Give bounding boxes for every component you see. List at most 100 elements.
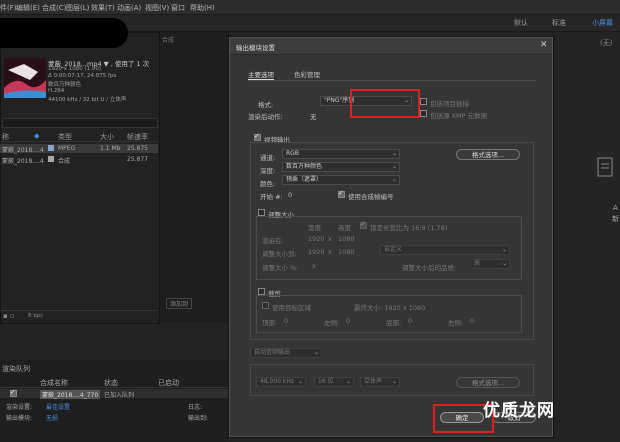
close-icon[interactable]: ✕ (540, 40, 548, 50)
lock-aspect-checkbox[interactable] (360, 220, 367, 229)
new-folder-icon[interactable]: ▪ ▫ (3, 312, 15, 320)
crop-group (256, 295, 522, 333)
bit-depth[interactable]: 8 bpc (28, 313, 43, 319)
menu-view[interactable]: 视图(V) (145, 3, 169, 13)
depth-label: 深度: (260, 167, 276, 175)
menu-layer[interactable]: 图层(L) (66, 3, 89, 13)
audio-bits-value: 16 位 (318, 378, 334, 385)
color-label: 颜色: (260, 180, 276, 188)
workspace-standard[interactable]: 标准 (552, 18, 566, 28)
resize-height[interactable]: 1080 (338, 248, 355, 256)
viewer-tab[interactable]: 合成 (162, 35, 174, 44)
render-queue-panel: 渲染队列 合成名称 状态 已启动 蒙蔽_2018....4_770 已加入队列 … (0, 360, 228, 442)
resize-to-label: 调整大小到: (262, 250, 297, 258)
rq-col-started[interactable]: 已启动 (158, 378, 179, 388)
use-comp-frame-checkbox[interactable] (338, 189, 345, 198)
render-queue-tab[interactable]: 渲染队列 (2, 364, 30, 374)
resize-preset-dropdown[interactable]: 自定义 ⌄ (380, 245, 510, 255)
chevron-down-icon: ⌄ (313, 349, 319, 356)
menu-effect[interactable]: 效果(T) (91, 3, 115, 13)
channels-value: RGB (286, 150, 299, 157)
col-fps[interactable]: 帧速率 (127, 132, 148, 142)
redaction-blob (0, 18, 128, 48)
include-xmp-checkbox[interactable] (420, 110, 427, 117)
top-label: 顶部: (262, 319, 278, 327)
render-queue-row[interactable]: 蒙蔽_2018....4_770 已加入队列 (0, 388, 228, 399)
row-fps: 25.875 (127, 145, 148, 152)
menu-help[interactable]: 帮助(H) (190, 3, 215, 13)
menu-file[interactable]: 件(F) (0, 3, 17, 13)
bottom-value[interactable]: 0 (408, 317, 412, 325)
render-checkbox[interactable] (10, 388, 17, 397)
resize-pct-label: 调整大小 %: (262, 264, 299, 272)
render-settings-link[interactable]: 最佳设置 (46, 402, 70, 411)
depth-value: 数百万种颜色 (286, 163, 323, 170)
chevron-down-icon: ⌄ (391, 163, 397, 170)
start-label: 开始 #: (260, 193, 283, 201)
row-fps: 25.877 (127, 156, 148, 163)
project-row[interactable]: 蒙蔽_2018....4 合成 25.877 (0, 155, 158, 165)
label-icon: ◆ (34, 132, 40, 140)
final-size-label: 最终大小: 1920 x 1080 (354, 304, 426, 312)
dialog-title: 输出模块设置 (236, 44, 275, 52)
include-xmp-label: 包括源 XMP 元数据 (430, 112, 488, 120)
menu-bar: 件(F) 编辑(E) 合成(C) 图层(L) 效果(T) 动画(A) 视图(V)… (0, 0, 620, 15)
x-sep: x (328, 235, 332, 243)
project-row[interactable]: 蒙蔽_2018....4 MPEG 1.1 Mb 25.875 (0, 144, 158, 154)
resize-checkbox[interactable] (258, 209, 265, 216)
audio-channels-dropdown[interactable]: 立体声 ⌄ (360, 377, 400, 387)
audio-format-options-button[interactable]: 格式选项... (456, 377, 520, 388)
video-output-checkbox[interactable] (254, 132, 261, 141)
tab-main-options[interactable]: 主要选项 (248, 69, 274, 80)
rq-col-comp[interactable]: 合成名称 (40, 378, 68, 388)
output-module-link[interactable]: 无损 (46, 413, 58, 422)
render-width: 1920 (308, 235, 325, 243)
right-value[interactable]: 0 (470, 317, 474, 325)
menu-animation[interactable]: 动画(A) (117, 3, 141, 13)
workspace-small-screen[interactable]: 小屏幕 (592, 18, 613, 28)
right-panel-label-new: 新 (612, 215, 619, 223)
project-footer: ▪ ▫ 8 bpc (0, 310, 158, 321)
footage-thumbnail (4, 58, 46, 98)
bottom-label: 底部: (386, 319, 402, 327)
workspace-default[interactable]: 默认 (514, 18, 528, 28)
render-queue-headers: 合成名称 状态 已启动 (0, 378, 228, 388)
audio-rate-dropdown[interactable]: 48.000 kHz ⌄ (256, 377, 306, 387)
thumbnail-image (4, 58, 46, 98)
audio-output-dropdown[interactable]: 自动音频输出 ⌄ (250, 348, 322, 358)
audio-bits-dropdown[interactable]: 16 位 ⌄ (314, 377, 354, 387)
viewer-add-button[interactable]: 添加到 (166, 298, 193, 309)
output-to-label: 输出到: (188, 415, 209, 422)
col-size[interactable]: 大小 (100, 132, 114, 142)
chevron-down-icon: ⌄ (501, 246, 507, 253)
color-dropdown[interactable]: 预乘（遮罩） ⌄ (282, 175, 400, 185)
resize-quality-dropdown[interactable]: 高 ⌄ (470, 259, 510, 269)
format-options-button[interactable]: 格式选项... (456, 149, 520, 160)
top-value[interactable]: 0 (284, 317, 288, 325)
output-module-dialog: 输出模块设置 ✕ 主要选项 色彩管理 格式: "PNG"序列 ⌄ 包括项目链接 … (229, 37, 553, 437)
menu-edit[interactable]: 编辑(E) (16, 3, 40, 13)
chevron-down-icon: ⌄ (391, 176, 397, 183)
col-type[interactable]: 类型 (58, 132, 72, 142)
rq-col-status[interactable]: 状态 (104, 378, 118, 388)
chevron-down-icon: ⌄ (391, 378, 397, 385)
menu-window[interactable]: 窗口 (171, 3, 185, 13)
audio-output-value: 自动音频输出 (254, 349, 291, 356)
menu-composition[interactable]: 合成(C) (42, 3, 66, 13)
resize-width[interactable]: 1920 (308, 248, 325, 256)
crop-checkbox[interactable] (258, 288, 265, 295)
left-value[interactable]: 0 (346, 317, 350, 325)
row-type: 合成 (58, 158, 71, 165)
footage-colors: 数百万种颜色 (48, 82, 82, 88)
channels-dropdown[interactable]: RGB ⌄ (282, 149, 400, 159)
use-roi-checkbox[interactable] (262, 302, 269, 309)
project-search-input[interactable] (2, 118, 158, 128)
include-project-link-checkbox[interactable] (420, 98, 427, 105)
tab-color-management[interactable]: 色彩管理 (294, 69, 320, 79)
start-value[interactable]: 0 (288, 191, 292, 199)
footage-audio: 44100 kHz / 32 bit U / 立体声 (48, 97, 127, 103)
col-name[interactable]: 称 (2, 132, 9, 142)
depth-dropdown[interactable]: 数百万种颜色 ⌄ (282, 162, 400, 172)
post-render-value[interactable]: 无 (310, 111, 317, 121)
dialog-titlebar: 输出模块设置 ✕ (230, 38, 552, 55)
